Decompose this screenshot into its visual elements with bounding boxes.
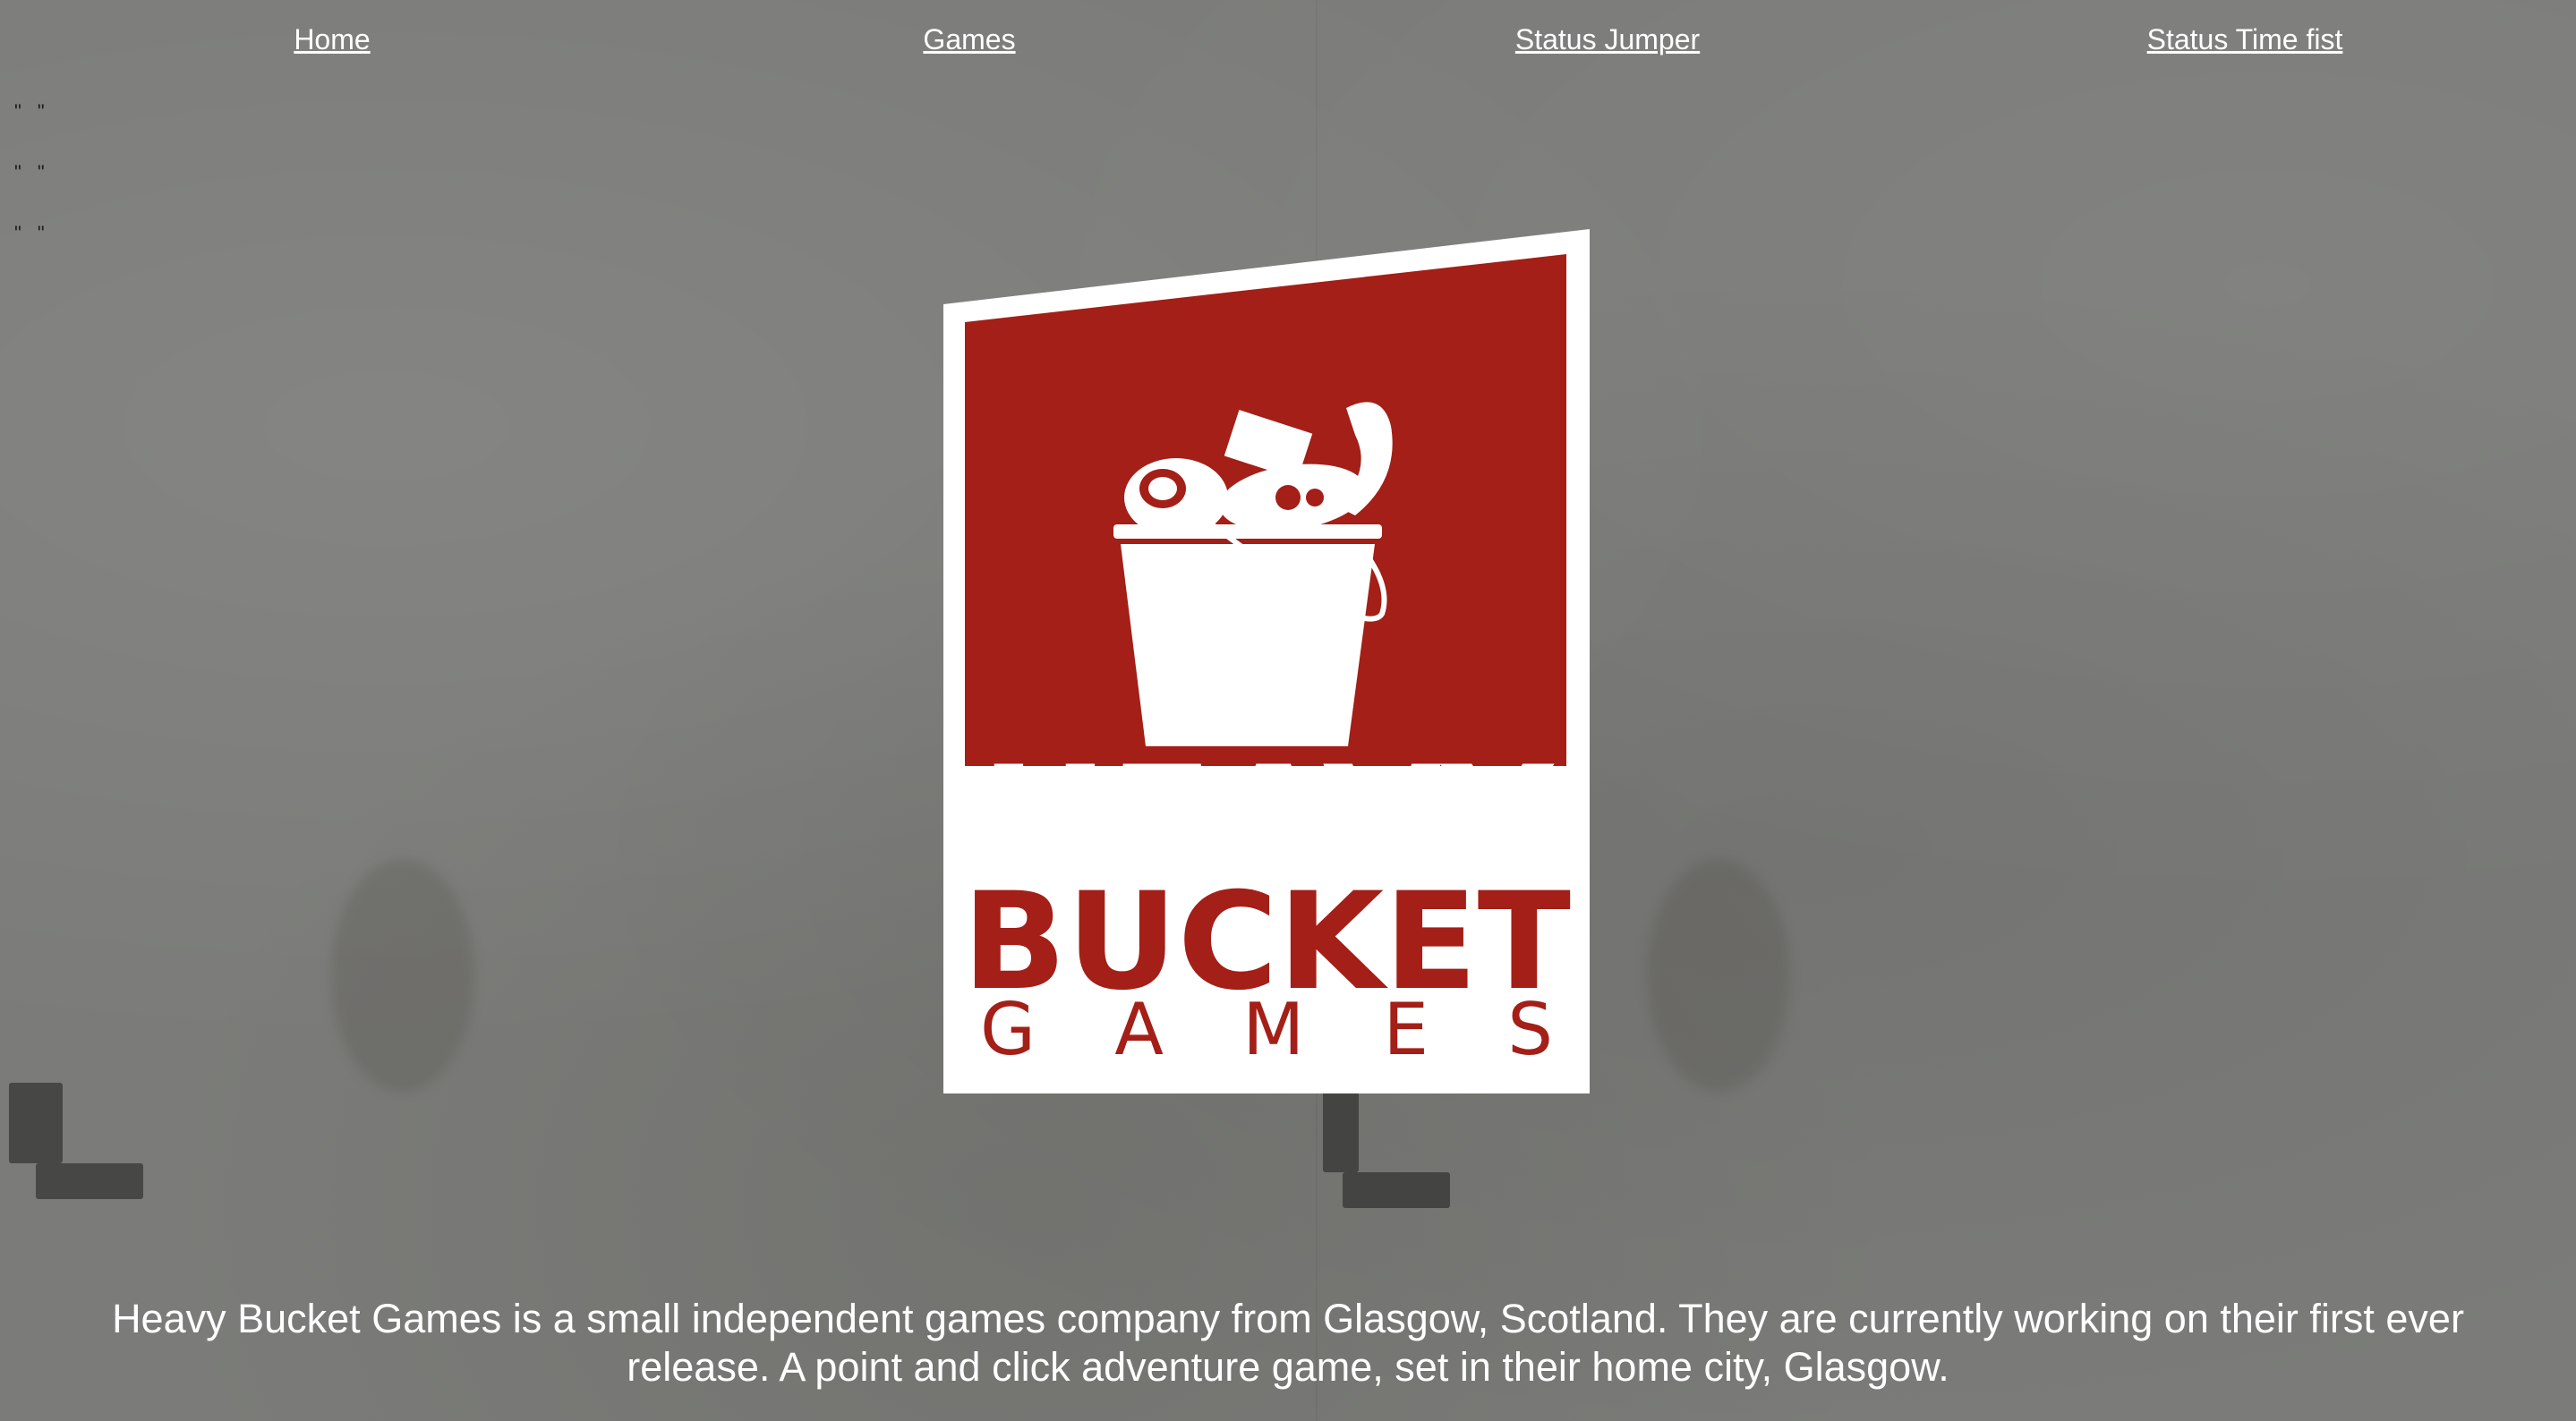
stray-quote-text: " " (14, 100, 50, 123)
wall-scuff (9, 1083, 63, 1163)
stray-quote-text: " " (14, 161, 50, 183)
nav-link-status-time-fist[interactable]: Status Time fist (2147, 23, 2343, 56)
logo-wordmark-games: G A M E S (980, 988, 1553, 1071)
company-description: Heavy Bucket Games is a small independen… (112, 1296, 2464, 1390)
wall-stain (331, 859, 474, 1092)
wall-scuff (36, 1163, 143, 1199)
top-navigation: Home Games Status Jumper Status Time fis… (0, 0, 2576, 81)
wall-scuff (1343, 1172, 1450, 1208)
nav-link-games[interactable]: Games (923, 23, 1015, 56)
heavy-bucket-games-logo: HEAVY BUCKET G A M E S (943, 229, 1590, 1093)
nav-link-home[interactable]: Home (294, 23, 370, 56)
nav-link-status-jumper[interactable]: Status Jumper (1515, 23, 1700, 56)
stray-quote-text: " " (14, 222, 50, 244)
wall-stain (1647, 859, 1790, 1092)
wall-scuff (1323, 1092, 1359, 1172)
